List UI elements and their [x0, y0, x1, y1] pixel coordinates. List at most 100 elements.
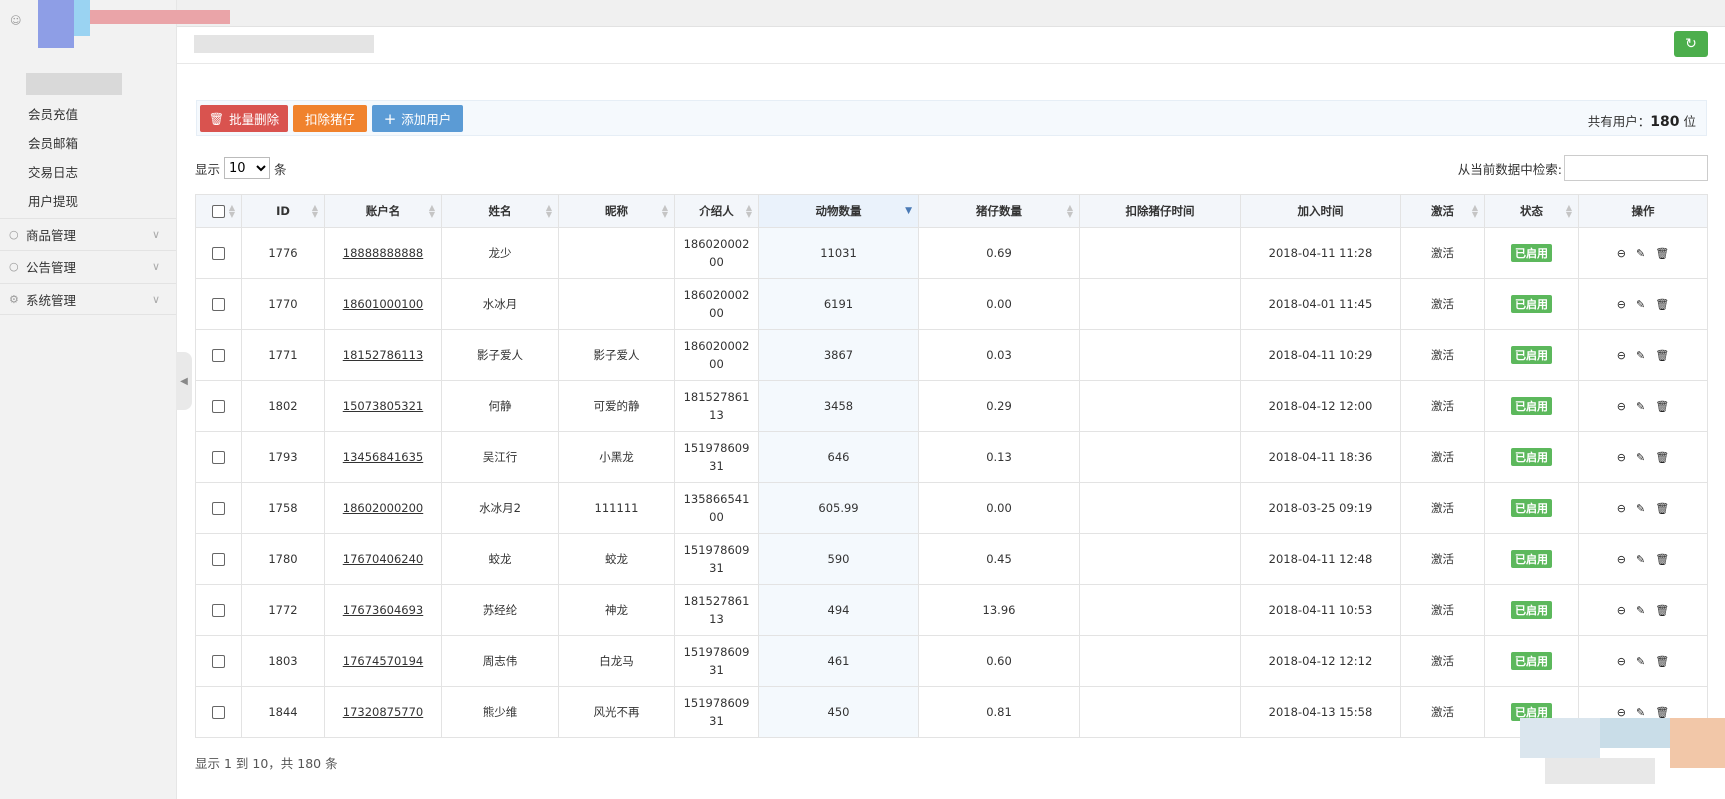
disable-icon[interactable]: ⊖ — [1617, 349, 1626, 362]
account-link[interactable]: 13456841635 — [343, 450, 423, 464]
column-header[interactable]: 猪仔数量 ▲ ▼ — [918, 194, 1080, 228]
sidebar-group-notice[interactable]: ○ 公告管理 ∨ — [0, 250, 176, 282]
column-header[interactable]: 昵称 ▲ ▼ — [558, 194, 675, 228]
piglets-text: 0.81 — [986, 705, 1012, 719]
account-link[interactable]: 18888888888 — [343, 246, 423, 260]
column-header[interactable]: 激活 ▲ ▼ — [1400, 194, 1485, 228]
row-checkbox[interactable] — [212, 553, 225, 566]
cell-name: 何静 — [441, 380, 559, 432]
join-time-text: 2018-04-11 12:48 — [1268, 552, 1373, 566]
cell-nickname: 影子爱人 — [558, 329, 675, 381]
refresh-button[interactable]: ↻ — [1674, 31, 1708, 57]
deduct-piglet-button[interactable]: 扣除猪仔 — [293, 105, 367, 132]
add-user-button[interactable]: + 添加用户 — [372, 105, 463, 132]
row-checkbox[interactable] — [212, 247, 225, 260]
disable-icon[interactable]: ⊖ — [1617, 247, 1626, 260]
edit-icon[interactable]: ✎ — [1636, 706, 1645, 719]
cell-account: 17670406240 — [324, 533, 442, 585]
sidebar-item-trade-log[interactable]: 交易日志 — [28, 162, 78, 181]
edit-icon[interactable]: ✎ — [1636, 400, 1645, 413]
select-all-header[interactable]: ▲ ▼ — [195, 194, 242, 228]
disable-icon[interactable]: ⊖ — [1617, 553, 1626, 566]
trash-icon[interactable]: 🗑 — [1655, 298, 1669, 311]
disable-icon[interactable]: ⊖ — [1617, 400, 1626, 413]
edit-icon[interactable]: ✎ — [1636, 349, 1645, 362]
sidebar-item-withdraw[interactable]: 用户提现 — [28, 191, 78, 210]
cell-deduct-time — [1079, 584, 1241, 636]
row-select-cell — [195, 533, 242, 585]
active-text: 激活 — [1431, 297, 1454, 311]
status-badge: 已启用 — [1511, 346, 1552, 364]
edit-icon[interactable]: ✎ — [1636, 553, 1645, 566]
trash-icon[interactable]: 🗑 — [1655, 451, 1669, 464]
disable-icon[interactable]: ⊖ — [1617, 655, 1626, 668]
row-checkbox[interactable] — [212, 706, 225, 719]
account-link[interactable]: 15073805321 — [343, 399, 423, 413]
trash-icon[interactable]: 🗑 — [1655, 502, 1669, 515]
trash-icon[interactable]: 🗑 — [1655, 349, 1669, 362]
row-checkbox[interactable] — [212, 604, 225, 617]
edit-icon[interactable]: ✎ — [1636, 604, 1645, 617]
edit-icon[interactable]: ✎ — [1636, 247, 1645, 260]
cell-join-time: 2018-04-11 18:36 — [1240, 431, 1401, 483]
batch-delete-button[interactable]: 🗑 批量删除 — [200, 105, 288, 132]
cell-nickname: 风光不再 — [558, 686, 675, 738]
search-input[interactable] — [1564, 155, 1708, 181]
trash-icon[interactable]: 🗑 — [1655, 247, 1669, 260]
sidebar-group-goods[interactable]: ○ 商品管理 ∨ — [0, 218, 176, 250]
piglets-text: 0.60 — [986, 654, 1012, 668]
sidebar-item-recharge[interactable]: 会员充值 — [28, 104, 78, 123]
trash-icon[interactable]: 🗑 — [1655, 655, 1669, 668]
disable-icon[interactable]: ⊖ — [1617, 706, 1626, 719]
edit-icon[interactable]: ✎ — [1636, 451, 1645, 464]
disable-icon[interactable]: ⊖ — [1617, 451, 1626, 464]
row-checkbox[interactable] — [212, 400, 225, 413]
cell-id: 1803 — [241, 635, 325, 687]
account-link[interactable]: 18152786113 — [343, 348, 423, 362]
column-header[interactable]: 介绍人 ▲ ▼ — [674, 194, 759, 228]
trash-icon[interactable]: 🗑 — [1655, 400, 1669, 413]
page-length-control: 显示 10 条 — [195, 157, 287, 179]
disable-icon[interactable]: ⊖ — [1617, 502, 1626, 515]
disable-icon[interactable]: ⊖ — [1617, 604, 1626, 617]
active-text: 激活 — [1431, 450, 1454, 464]
column-header-sorted[interactable]: 动物数量 ▼ — [758, 194, 919, 228]
select-all-checkbox[interactable] — [212, 205, 225, 218]
cell-piglets: 13.96 — [918, 584, 1080, 636]
row-checkbox[interactable] — [212, 298, 225, 311]
account-link[interactable]: 17320875770 — [343, 705, 423, 719]
column-header[interactable]: ID ▲ ▼ — [241, 194, 325, 228]
active-text: 激活 — [1431, 654, 1454, 668]
account-link[interactable]: 17673604693 — [343, 603, 423, 617]
sidebar-group-system[interactable]: ⚙ 系统管理 ∨ — [0, 283, 176, 315]
column-header[interactable]: 状态 ▲ ▼ — [1484, 194, 1579, 228]
trash-icon[interactable]: 🗑 — [1655, 604, 1669, 617]
sidebar-collapse-handle[interactable]: ◀ — [176, 352, 192, 410]
trash-icon[interactable]: 🗑 — [1655, 553, 1669, 566]
account-link[interactable]: 17674570194 — [343, 654, 423, 668]
cell-account: 13456841635 — [324, 431, 442, 483]
edit-icon[interactable]: ✎ — [1636, 502, 1645, 515]
chevron-down-icon: ∨ — [151, 292, 160, 306]
edit-icon[interactable]: ✎ — [1636, 655, 1645, 668]
row-checkbox[interactable] — [212, 451, 225, 464]
column-header[interactable]: 账户名 ▲ ▼ — [324, 194, 442, 228]
account-link[interactable]: 18602000200 — [343, 501, 423, 515]
account-link[interactable]: 18601000100 — [343, 297, 423, 311]
edit-icon[interactable]: ✎ — [1636, 298, 1645, 311]
name-text: 何静 — [488, 399, 512, 413]
animals-text: 646 — [827, 450, 850, 464]
page-length-select[interactable]: 10 — [224, 157, 271, 179]
disable-icon[interactable]: ⊖ — [1617, 298, 1626, 311]
account-link[interactable]: 17670406240 — [343, 552, 423, 566]
trash-icon[interactable]: 🗑 — [1655, 706, 1669, 719]
row-checkbox[interactable] — [212, 349, 225, 362]
sidebar-item-mailbox[interactable]: 会员邮箱 — [28, 133, 78, 152]
nickname-text: 可爱的静 — [593, 399, 640, 413]
column-header[interactable]: 姓名 ▲ ▼ — [441, 194, 559, 228]
cell-join-time: 2018-04-11 10:53 — [1240, 584, 1401, 636]
id-text: 1780 — [268, 552, 298, 566]
row-checkbox[interactable] — [212, 502, 225, 515]
cell-status: 已启用 — [1484, 380, 1579, 432]
row-checkbox[interactable] — [212, 655, 225, 668]
